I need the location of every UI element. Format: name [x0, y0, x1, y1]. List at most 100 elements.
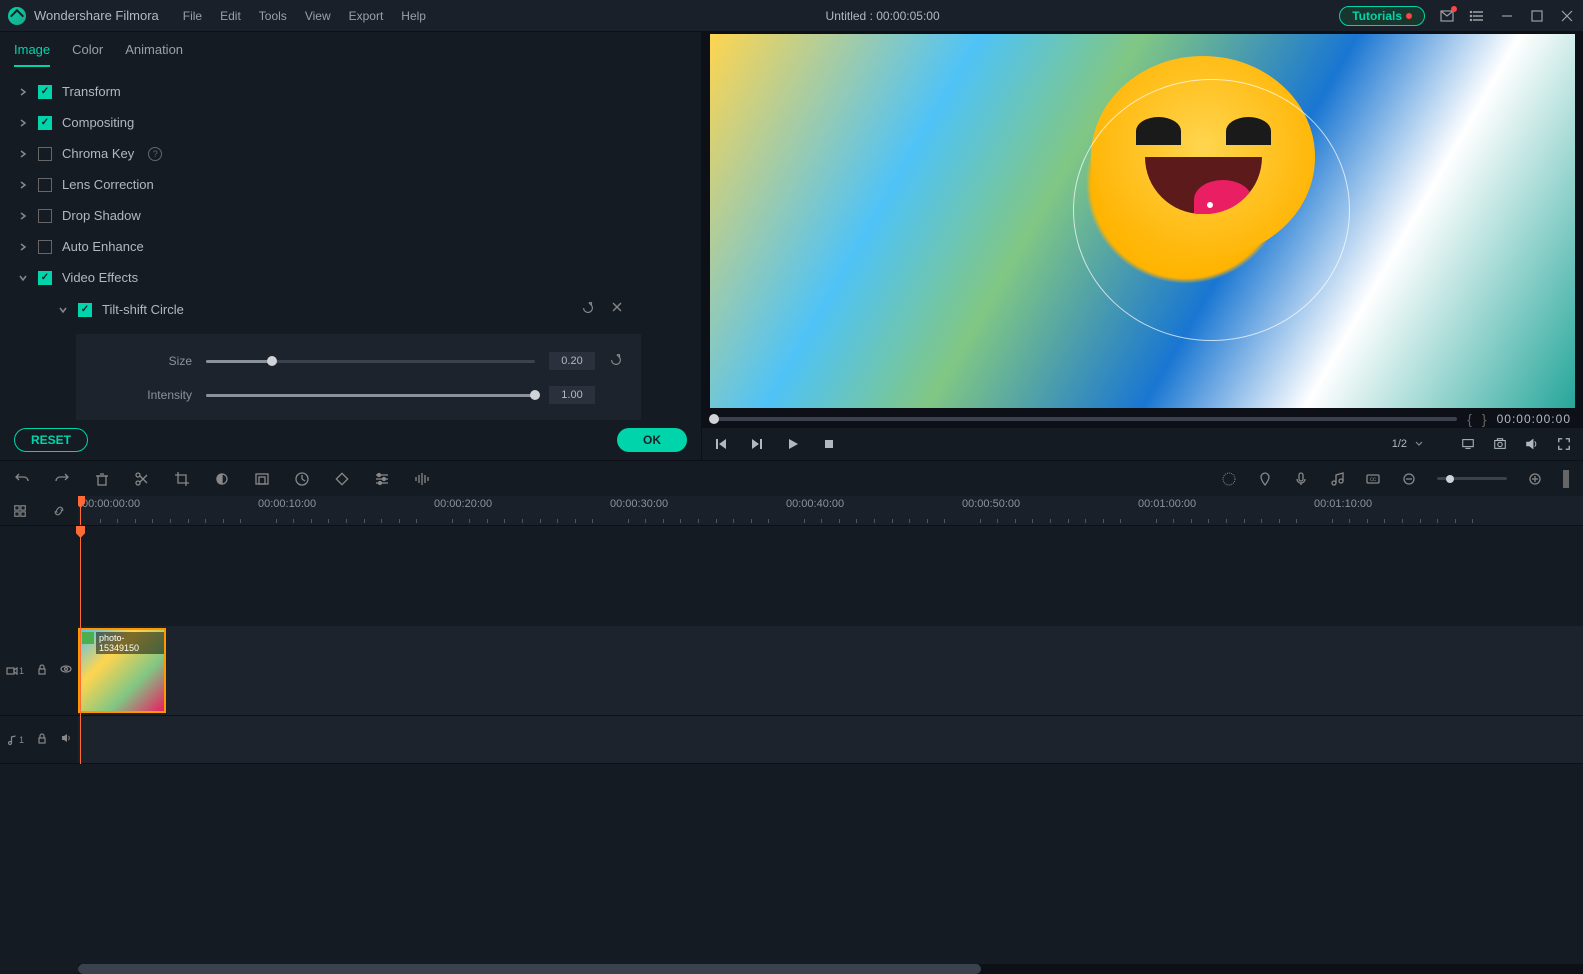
app-name: Wondershare Filmora	[34, 8, 159, 23]
undo-icon[interactable]	[14, 471, 30, 487]
mail-icon[interactable]	[1439, 8, 1455, 24]
audio-track-header: 1	[0, 716, 78, 764]
preview-viewport[interactable]	[710, 34, 1575, 408]
slider-intensity[interactable]	[206, 394, 535, 397]
slider-value[interactable]: 0.20	[549, 352, 595, 370]
menu-tools[interactable]: Tools	[259, 9, 287, 23]
video-track-lane[interactable]: photo-15349150	[78, 626, 1583, 716]
svg-text:cc: cc	[1370, 477, 1376, 483]
expand-chevron-icon[interactable]	[18, 181, 28, 189]
prop-checkbox[interactable]	[38, 178, 52, 192]
effect-reset-icon[interactable]	[581, 301, 595, 318]
music-icon[interactable]	[1329, 471, 1345, 487]
tab-animation[interactable]: Animation	[125, 42, 183, 67]
slider-value[interactable]: 1.00	[549, 386, 595, 404]
marker-icon[interactable]	[1257, 471, 1273, 487]
zoom-out-icon[interactable]	[1401, 471, 1417, 487]
mixer-icon[interactable]	[1221, 471, 1237, 487]
redo-icon[interactable]	[54, 471, 70, 487]
prev-frame-button[interactable]	[714, 437, 728, 451]
caption-icon[interactable]: cc	[1365, 471, 1381, 487]
slider-size[interactable]	[206, 360, 535, 363]
prop-lens-correction: Lens Correction	[0, 169, 701, 200]
expand-chevron-icon[interactable]	[18, 88, 28, 96]
timeline: 00:00:00:0000:00:10:0000:00:20:0000:00:3…	[0, 496, 1583, 974]
video-track-header: 1	[0, 626, 78, 716]
playhead-line[interactable]	[80, 526, 81, 764]
zoom-fit-icon[interactable]	[1563, 470, 1569, 488]
menu-export[interactable]: Export	[349, 9, 384, 23]
audio-wave-icon[interactable]	[414, 471, 430, 487]
next-frame-button[interactable]	[750, 437, 764, 451]
delete-icon[interactable]	[94, 471, 110, 487]
split-icon[interactable]	[134, 471, 150, 487]
prop-checkbox[interactable]	[38, 271, 52, 285]
menu-view[interactable]: View	[305, 9, 331, 23]
fullscreen-icon[interactable]	[1557, 437, 1571, 451]
lock-icon[interactable]	[36, 663, 48, 678]
prop-checkbox[interactable]	[38, 240, 52, 254]
play-button[interactable]	[786, 437, 800, 451]
preview-scrubber[interactable]	[714, 417, 1457, 421]
expand-chevron-icon[interactable]	[18, 119, 28, 127]
minimize-button[interactable]	[1499, 8, 1515, 24]
timeline-ruler[interactable]: 00:00:00:0000:00:10:0000:00:20:0000:00:3…	[78, 496, 1583, 525]
maximize-button[interactable]	[1529, 8, 1545, 24]
expand-chevron-icon[interactable]	[18, 274, 28, 282]
slider-reset-icon[interactable]	[609, 353, 625, 370]
menu-help[interactable]: Help	[401, 9, 426, 23]
visibility-icon[interactable]	[60, 663, 72, 678]
volume-icon[interactable]	[1525, 437, 1539, 451]
expand-chevron-icon[interactable]	[18, 150, 28, 158]
display-icon[interactable]	[1461, 437, 1475, 451]
list-icon[interactable]	[1469, 8, 1485, 24]
prop-checkbox[interactable]	[38, 209, 52, 223]
mute-icon[interactable]	[60, 732, 72, 747]
notification-dot-icon	[1406, 13, 1412, 19]
mark-in-icon[interactable]: {	[1467, 411, 1472, 427]
keyframe-icon[interactable]	[334, 471, 350, 487]
track-manager-icon[interactable]	[13, 504, 27, 518]
adjust-icon[interactable]	[374, 471, 390, 487]
effect-checkbox[interactable]	[78, 303, 92, 317]
prop-checkbox[interactable]	[38, 147, 52, 161]
prop-checkbox[interactable]	[38, 85, 52, 99]
expand-chevron-icon[interactable]	[18, 243, 28, 251]
help-icon[interactable]: ?	[148, 147, 162, 161]
app-logo-icon	[8, 7, 26, 25]
menu-file[interactable]: File	[183, 9, 202, 23]
playhead[interactable]	[80, 496, 81, 525]
tab-color[interactable]: Color	[72, 42, 103, 67]
stop-button[interactable]	[822, 437, 836, 451]
snapshot-icon[interactable]	[1493, 437, 1507, 451]
zoom-slider[interactable]	[1437, 477, 1507, 480]
reset-button[interactable]: RESET	[14, 428, 88, 452]
tab-image[interactable]: Image	[14, 42, 50, 67]
prop-label: Lens Correction	[62, 177, 154, 192]
menu-edit[interactable]: Edit	[220, 9, 241, 23]
green-screen-icon[interactable]	[254, 471, 270, 487]
crop-icon[interactable]	[174, 471, 190, 487]
tutorials-button[interactable]: Tutorials	[1339, 6, 1425, 26]
prop-auto-enhance: Auto Enhance	[0, 231, 701, 262]
preview-quality-select[interactable]: 1/2	[1384, 436, 1443, 452]
lock-icon[interactable]	[36, 732, 48, 747]
timeline-clip[interactable]: photo-15349150	[78, 628, 166, 713]
expand-chevron-icon[interactable]	[58, 306, 68, 314]
audio-track-lane[interactable]	[78, 716, 1583, 764]
slider-label: Intensity	[92, 388, 192, 402]
video-track-number: 1	[19, 666, 24, 676]
effect-remove-icon[interactable]	[611, 301, 623, 318]
record-mic-icon[interactable]	[1293, 471, 1309, 487]
timeline-horizontal-scrollbar[interactable]	[78, 964, 1583, 974]
zoom-in-icon[interactable]	[1527, 471, 1543, 487]
color-icon[interactable]	[214, 471, 230, 487]
mark-out-icon[interactable]: }	[1482, 411, 1487, 427]
close-button[interactable]	[1559, 8, 1575, 24]
prop-transform: Transform	[0, 76, 701, 107]
ok-button[interactable]: OK	[617, 428, 687, 452]
expand-chevron-icon[interactable]	[18, 212, 28, 220]
speed-icon[interactable]	[294, 471, 310, 487]
prop-checkbox[interactable]	[38, 116, 52, 130]
link-icon[interactable]	[52, 504, 66, 518]
